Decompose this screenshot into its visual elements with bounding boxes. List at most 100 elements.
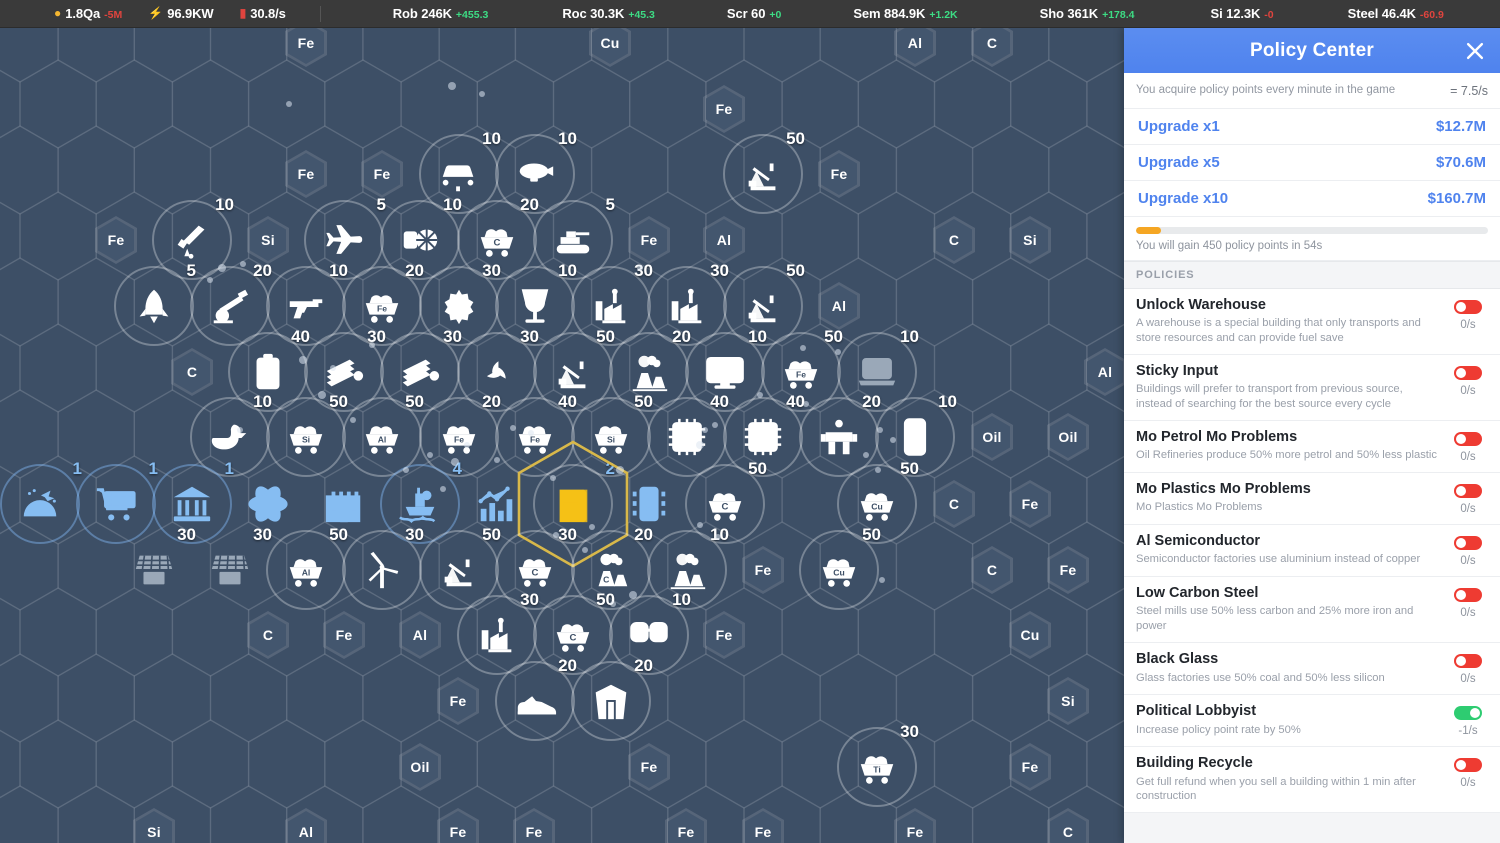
resource-deposit-c[interactable]: C <box>971 28 1013 67</box>
policy-item[interactable]: Black Glass Glass factories use 50% coal … <box>1124 643 1500 696</box>
building-rocket[interactable]: 5 <box>114 262 196 346</box>
resource-deposit-fe[interactable]: Fe <box>665 808 707 843</box>
resource-deposit-fe[interactable]: Fe <box>1009 743 1051 791</box>
resource-deposit-c[interactable]: C <box>171 348 213 396</box>
resource-deposit-fe[interactable]: Fe <box>437 677 479 725</box>
resource-deposit-fe[interactable]: Fe <box>437 808 479 843</box>
resource-deposit-oil[interactable]: Oil <box>1047 413 1089 461</box>
resource-deposit-al[interactable]: Al <box>818 282 860 330</box>
policy-description: Oil Refineries produce 50% more petrol a… <box>1136 449 1437 462</box>
resource-silicon-icon[interactable]: Si 12.3K -0 <box>1211 6 1274 21</box>
resource-deposit-c[interactable]: C <box>971 546 1013 594</box>
resource-deposit-fe[interactable]: Fe <box>703 85 745 133</box>
policy-center-panel[interactable]: Policy Center You acquire policy points … <box>1124 28 1500 843</box>
resource-deposit-c[interactable]: C <box>933 216 975 264</box>
policy-toggle[interactable] <box>1454 300 1482 314</box>
building-airport[interactable]: 1 <box>0 460 82 544</box>
policy-item[interactable]: Political Lobbyist Increase policy point … <box>1124 695 1500 748</box>
resource-deposit-al[interactable]: Al <box>285 808 327 843</box>
resource-delta: +178.4 <box>1102 9 1135 21</box>
resource-deposit-c[interactable]: C <box>1047 808 1089 843</box>
resource-semiconductor-icon[interactable]: Sem 884.9K +1.2K <box>853 6 957 21</box>
resource-deposit-al[interactable]: Al <box>894 28 936 67</box>
policy-toggle[interactable] <box>1454 654 1482 669</box>
deposit-label: Si <box>136 811 172 843</box>
resource-deposit-fe[interactable]: Fe <box>628 743 670 791</box>
resource-shoe-icon[interactable]: Sho 361K +178.4 <box>1040 6 1135 21</box>
resource-deposit-fe[interactable]: Fe <box>323 611 365 659</box>
policy-toggle[interactable] <box>1454 536 1482 551</box>
resource-power-icon[interactable]: ⚡ 96.9KW <box>148 6 213 21</box>
resource-deposit-fe[interactable]: Fe <box>285 28 327 67</box>
building-cart-ti[interactable]: Ti 30 <box>837 723 919 807</box>
turbine-icon <box>403 229 438 251</box>
policy-toggle[interactable] <box>1454 432 1482 447</box>
resource-deposit-fe[interactable]: Fe <box>1047 546 1089 594</box>
resource-deposit-fe[interactable]: Fe <box>361 150 403 198</box>
policy-toggle[interactable] <box>1454 366 1482 381</box>
resource-deposit-oil[interactable]: Oil <box>971 413 1013 461</box>
building-shoe[interactable]: 20 <box>495 657 577 741</box>
policy-item[interactable]: Building Recycle Get full refund when you… <box>1124 747 1500 814</box>
policy-description: Increase policy point rate by 50% <box>1136 723 1301 736</box>
building-level: 5 <box>186 261 196 280</box>
resource-deposit-cu[interactable]: Cu <box>589 28 631 67</box>
resource-scrap-icon[interactable]: Scr 60 +0 <box>727 6 781 21</box>
transport-dot <box>207 277 213 283</box>
resource-deposit-si[interactable]: Si <box>1009 216 1051 264</box>
building-cart-al[interactable]: Al 50 <box>266 526 348 610</box>
policy-toggle[interactable] <box>1454 758 1482 773</box>
building-solar[interactable]: 30 <box>114 526 196 610</box>
resource-deposit-al[interactable]: Al <box>703 216 745 264</box>
resource-deposit-fe[interactable]: Fe <box>95 216 137 264</box>
resource-deposit-si[interactable]: Si <box>247 216 289 264</box>
building-jacket[interactable]: 20 <box>571 657 653 741</box>
policy-item[interactable]: Al Semiconductor Semiconductor factories … <box>1124 525 1500 578</box>
resource-robot-icon[interactable]: Rob 246K +455.3 <box>393 6 489 21</box>
resource-deposit-al[interactable]: Al <box>399 611 441 659</box>
upgrade-row-2[interactable]: Upgrade x5 $70.6M <box>1124 145 1500 181</box>
upgrade-row-3[interactable]: Upgrade x10 $160.7M <box>1124 181 1500 217</box>
deposit-label: Fe <box>1012 746 1048 788</box>
resource-deposit-cu[interactable]: Cu <box>1009 611 1051 659</box>
policy-item[interactable]: Sticky Input Buildings will prefer to tra… <box>1124 355 1500 422</box>
deposit-label: C <box>174 351 210 393</box>
policy-item[interactable]: Unlock Warehouse A warehouse is a special… <box>1124 289 1500 356</box>
resource-deposit-al[interactable]: Al <box>1084 348 1126 396</box>
policy-item[interactable]: Mo Plastics Mo Problems Mo Plastics Mo Pr… <box>1124 473 1500 526</box>
policy-toggle[interactable] <box>1454 588 1482 603</box>
policy-item[interactable]: Mo Petrol Mo Problems Oil Refineries prod… <box>1124 421 1500 474</box>
building-solar[interactable]: 30 <box>190 526 272 610</box>
resource-deposit-si[interactable]: Si <box>133 808 175 843</box>
building-level: 20 <box>482 392 501 411</box>
building-level: 1 <box>148 459 158 478</box>
resource-deposit-fe[interactable]: Fe <box>628 216 670 264</box>
resource-deposit-fe[interactable]: Fe <box>285 150 327 198</box>
resource-deposit-fe[interactable]: Fe <box>818 150 860 198</box>
policy-panel-scroll[interactable]: You acquire policy points every minute i… <box>1124 73 1500 843</box>
policy-toggle[interactable] <box>1454 484 1482 499</box>
building-windturbine[interactable]: 30 <box>342 526 424 610</box>
resource-deposit-fe[interactable]: Fe <box>742 808 784 843</box>
resource-rocket-icon[interactable]: Roc 30.3K +45.3 <box>562 6 655 21</box>
resource-fuel-icon[interactable]: ▮ 30.8/s <box>240 6 286 21</box>
upgrade-row-1[interactable]: Upgrade x1 $12.7M <box>1124 109 1500 145</box>
resource-deposit-oil[interactable]: Oil <box>399 743 441 791</box>
resource-deposit-fe[interactable]: Fe <box>703 611 745 659</box>
resource-deposit-c[interactable]: C <box>933 480 975 528</box>
resource-deposit-fe[interactable]: Fe <box>513 808 555 843</box>
resource-money-icon[interactable]: ● 1.8Qa -5M <box>54 6 122 21</box>
resource-deposit-fe[interactable]: Fe <box>894 808 936 843</box>
resource-deposit-fe[interactable]: Fe <box>742 546 784 594</box>
resource-deposit-c[interactable]: C <box>247 611 289 659</box>
building-cart-cu[interactable]: Cu 50 <box>799 526 881 610</box>
policy-item[interactable]: Low Carbon Steel Steel mills use 50% less… <box>1124 577 1500 644</box>
deposit-label: Cu <box>592 28 628 64</box>
close-icon[interactable] <box>1464 40 1486 62</box>
resource-deposit-fe[interactable]: Fe <box>1009 480 1051 528</box>
oilpump-icon <box>444 559 472 587</box>
resource-steel-icon[interactable]: Steel 46.4K -60.9 <box>1348 6 1444 21</box>
resource-deposit-si[interactable]: Si <box>1047 677 1089 725</box>
building-oilpump[interactable]: 50 <box>723 130 805 214</box>
policy-toggle[interactable] <box>1454 706 1482 721</box>
